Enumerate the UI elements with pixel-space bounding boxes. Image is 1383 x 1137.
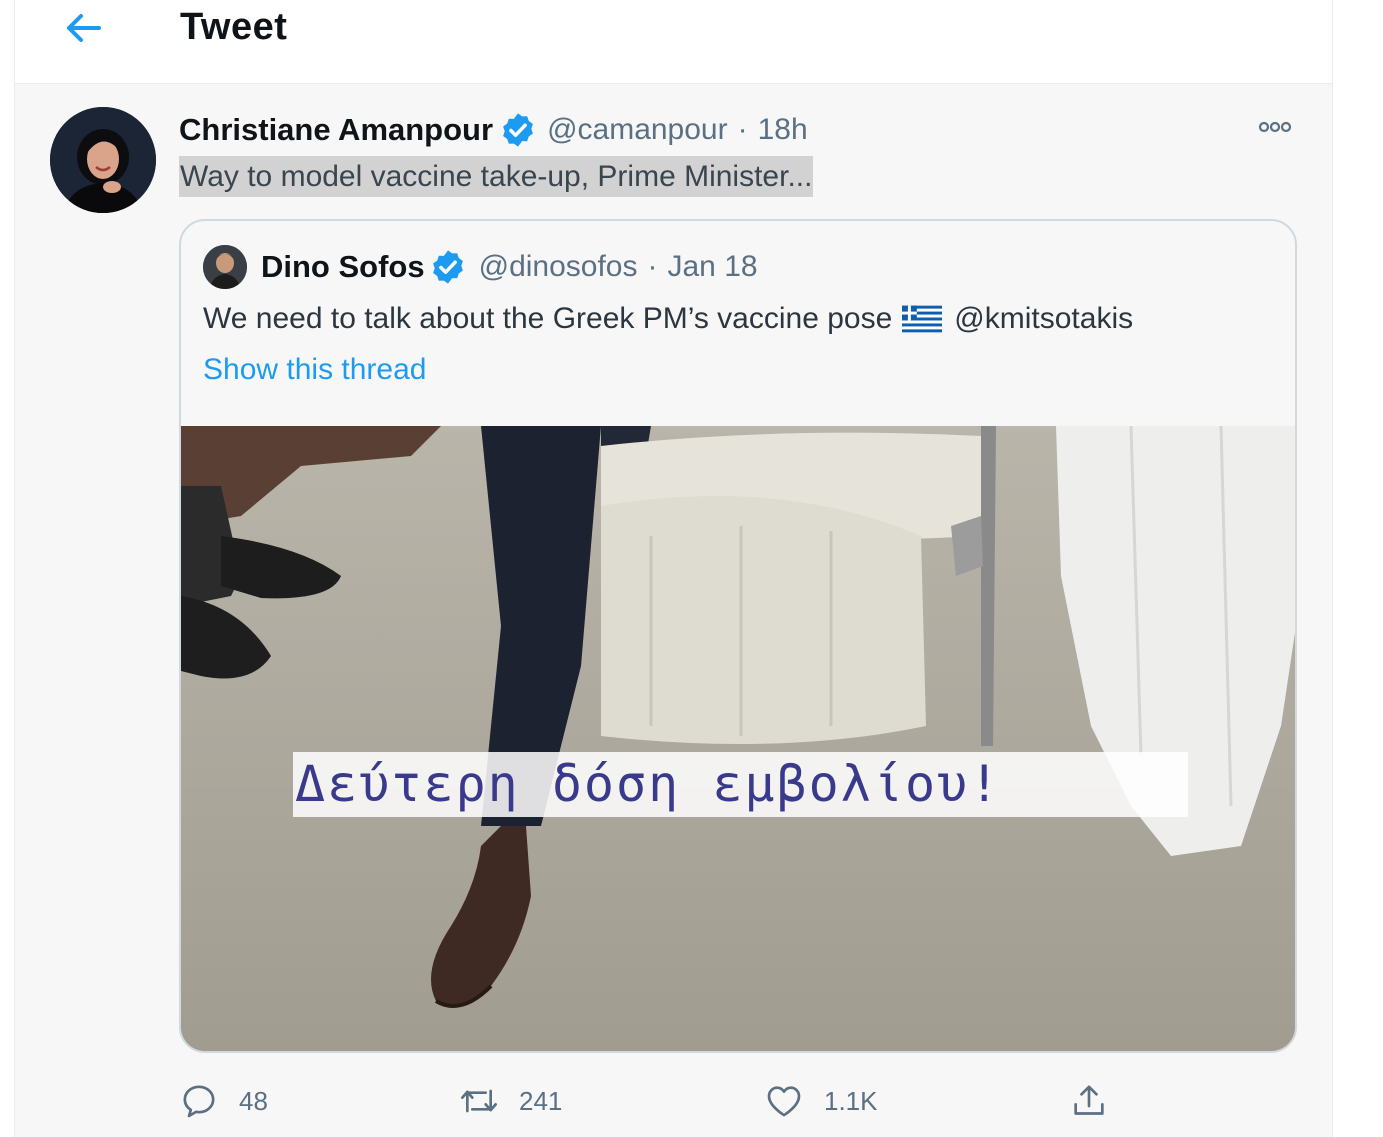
- media-photo: [181, 426, 1295, 1051]
- heart-icon: [767, 1086, 801, 1117]
- quoted-tweet[interactable]: Dino Sofos @dinosofos · Jan 18 We need t…: [179, 219, 1297, 1053]
- quoted-text-body: We need to talk about the Greek PM’s vac…: [203, 302, 893, 335]
- greece-flag-icon: [902, 305, 943, 333]
- share-button[interactable]: [1069, 1076, 1109, 1126]
- mention-link[interactable]: @kmitsotakis: [954, 302, 1133, 336]
- meta-separator: ·: [737, 113, 748, 146]
- quoted-author-name[interactable]: Dino Sofos: [261, 249, 425, 285]
- verified-badge-icon: [503, 113, 533, 147]
- author-name[interactable]: Christiane Amanpour: [179, 112, 493, 148]
- reply-icon: [183, 1085, 215, 1118]
- show-thread-link[interactable]: Show this thread: [203, 353, 426, 387]
- arrow-left-icon: [67, 14, 101, 42]
- like-button[interactable]: 1.1K: [764, 1076, 878, 1126]
- author-photo: [50, 107, 156, 213]
- more-options-icon: [1258, 121, 1292, 133]
- share-icon: [1074, 1085, 1104, 1115]
- tweet: Christiane Amanpour @camanpour · 18h Way…: [15, 84, 1332, 1137]
- tweet-actions: 48 241 1.1K: [179, 1076, 1297, 1126]
- quoted-tweet-text: We need to talk about the Greek PM’s vac…: [203, 299, 1133, 339]
- media-caption: Δεύτερη δόση εμβολίου!: [293, 752, 1188, 817]
- tweet-text: Way to model vaccine take-up, Prime Mini…: [179, 156, 814, 197]
- quoted-tweet-date[interactable]: Jan 18: [668, 250, 758, 284]
- quoted-author-photo: [203, 245, 247, 289]
- avatar[interactable]: [50, 107, 156, 213]
- tweet-timestamp[interactable]: 18h: [758, 113, 808, 147]
- reply-count: 48: [239, 1085, 268, 1116]
- quoted-meta-separator: ·: [647, 250, 658, 283]
- retweet-button[interactable]: 241: [459, 1076, 562, 1126]
- back-button[interactable]: [61, 8, 105, 48]
- page-header: Tweet: [15, 0, 1332, 84]
- like-count: 1.1K: [824, 1085, 878, 1116]
- author-row: Christiane Amanpour @camanpour · 18h: [179, 108, 808, 152]
- main-column: Tweet Christiane Amanpour @camanpour · 1…: [14, 0, 1333, 1137]
- more-options-button[interactable]: [1255, 114, 1295, 140]
- quoted-avatar: [203, 245, 247, 289]
- retweet-icon: [461, 1089, 497, 1113]
- retweet-count: 241: [519, 1085, 563, 1116]
- quoted-media[interactable]: Δεύτερη δόση εμβολίου!: [181, 426, 1295, 1051]
- quoted-author-handle[interactable]: @dinosofos: [479, 250, 638, 284]
- quoted-author-row: Dino Sofos @dinosofos · Jan 18: [261, 245, 758, 289]
- verified-badge-icon: [432, 250, 463, 284]
- author-handle[interactable]: @camanpour: [547, 113, 728, 147]
- reply-button[interactable]: 48: [179, 1076, 268, 1126]
- page-title: Tweet: [180, 6, 288, 48]
